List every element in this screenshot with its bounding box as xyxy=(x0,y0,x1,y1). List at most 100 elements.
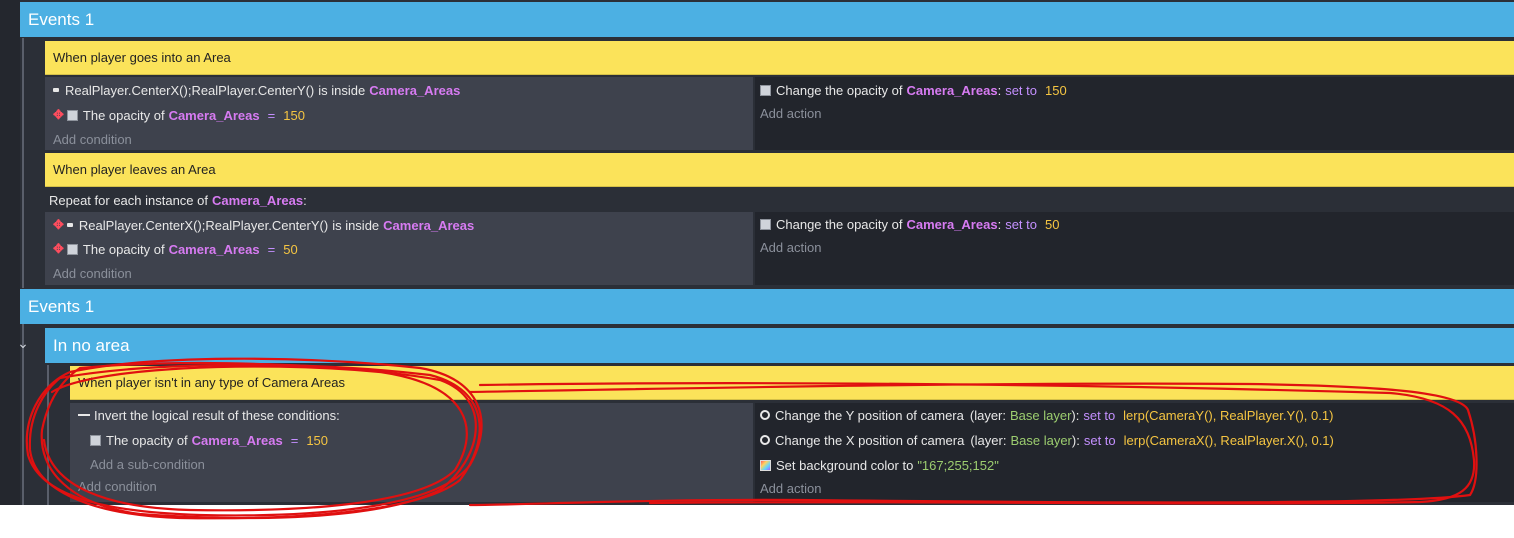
color-swatch-icon xyxy=(760,459,771,471)
conditions-panel[interactable]: Invert the logical result of these condi… xyxy=(70,403,753,502)
condition-text: The opacity of xyxy=(82,107,165,123)
condition-row[interactable]: ✥ The opacity of Camera_Areas = 150 xyxy=(53,104,309,126)
event-subgroup-header[interactable]: In no area xyxy=(45,328,1514,363)
event-group-header[interactable]: Events 1 xyxy=(20,2,1514,37)
action-row[interactable]: Change the opacity of Camera_Areas : set… xyxy=(760,79,1071,101)
action-text: : xyxy=(997,82,1002,98)
invert-condition-icon xyxy=(78,414,90,416)
event-group-header[interactable]: Events 1 xyxy=(20,289,1514,324)
object-name: Camera_Areas xyxy=(369,82,461,98)
event-gutter xyxy=(0,0,20,505)
sub-condition-row[interactable]: The opacity of Camera_Areas = 150 xyxy=(90,429,332,451)
action-row[interactable]: Change the X position of camera (layer: … xyxy=(760,429,1338,451)
object-name: Camera_Areas xyxy=(212,193,304,208)
invert-icon: ✥ xyxy=(53,217,64,232)
add-action-link[interactable]: Add action xyxy=(760,236,821,258)
condition-text: is inside xyxy=(318,82,366,98)
add-action-link[interactable]: Add action xyxy=(760,477,821,499)
repeat-text: Repeat for each instance of xyxy=(49,193,208,208)
position-icon xyxy=(53,88,59,92)
operator: = xyxy=(267,107,276,123)
value: lerp(CameraX(), RealPlayer.X(), 0.1) xyxy=(1123,432,1334,448)
group-title: Events 1 xyxy=(28,296,95,316)
value: "167;255;152" xyxy=(917,457,999,473)
condition-expression: RealPlayer.CenterX();RealPlayer.CenterY(… xyxy=(78,217,329,233)
event-comment[interactable]: When player leaves an Area xyxy=(45,153,1514,187)
add-condition-link[interactable]: Add condition xyxy=(53,262,132,284)
opacity-icon xyxy=(90,434,101,446)
action-text: ): xyxy=(1071,432,1080,448)
subgroup-title: In no area xyxy=(53,335,130,355)
opacity-icon xyxy=(760,218,771,230)
object-name: Camera_Areas xyxy=(906,216,998,232)
condition-text: The opacity of xyxy=(106,432,188,448)
add-sub-condition-link[interactable]: Add a sub-condition xyxy=(90,453,205,475)
layer-name: Base layer xyxy=(1010,432,1072,448)
add-condition-link[interactable]: Add condition xyxy=(78,475,157,497)
object-name: Camera_Areas xyxy=(168,241,260,257)
condition-text: The opacity of xyxy=(82,241,165,257)
operator: = xyxy=(267,241,276,257)
value: lerp(CameraY(), RealPlayer.Y(), 0.1) xyxy=(1123,407,1334,423)
action-text: Change the X position of camera xyxy=(775,432,965,448)
layer-name: Base layer xyxy=(1010,407,1072,423)
conditions-panel[interactable]: RealPlayer.CenterX();RealPlayer.CenterY(… xyxy=(45,77,753,150)
action-row[interactable]: Change the opacity of Camera_Areas : set… xyxy=(760,213,1063,235)
repeat-text: : xyxy=(303,193,307,208)
value: 150 xyxy=(1044,82,1067,98)
action-text: Set background color to xyxy=(776,457,914,473)
value: 50 xyxy=(1044,216,1060,232)
action-text: (layer: xyxy=(969,407,1006,423)
operator: set to xyxy=(1083,407,1116,423)
action-text: : xyxy=(997,216,1002,232)
condition-row[interactable]: RealPlayer.CenterX();RealPlayer.CenterY(… xyxy=(53,79,464,101)
condition-row[interactable]: ✥ RealPlayer.CenterX();RealPlayer.Center… xyxy=(53,214,478,236)
invert-icon: ✥ xyxy=(53,241,64,256)
action-row[interactable]: Set background color to "167;255;152" xyxy=(760,454,1003,476)
comment-text: When player goes into an Area xyxy=(53,50,231,65)
operator: set to xyxy=(1005,82,1037,98)
value: 150 xyxy=(283,107,305,123)
position-icon xyxy=(66,223,73,227)
tree-line xyxy=(22,38,24,288)
operator: set to xyxy=(1005,216,1037,232)
actions-panel[interactable]: Change the Y position of camera (layer: … xyxy=(755,403,1514,502)
group-title: Events 1 xyxy=(28,9,95,29)
conditions-panel[interactable]: ✥ RealPlayer.CenterX();RealPlayer.Center… xyxy=(45,212,753,285)
add-action-link[interactable]: Add action xyxy=(760,102,821,124)
action-row[interactable]: Change the Y position of camera (layer: … xyxy=(760,404,1337,426)
object-name: Camera_Areas xyxy=(383,217,475,233)
opacity-icon xyxy=(66,109,78,121)
actions-panel[interactable]: Change the opacity of Camera_Areas : set… xyxy=(755,77,1514,150)
invert-icon: ✥ xyxy=(53,107,64,122)
condition-text: Invert the logical result of these condi… xyxy=(94,407,340,423)
object-name: Camera_Areas xyxy=(906,82,998,98)
add-condition-link[interactable]: Add condition xyxy=(53,128,132,150)
event-comment[interactable]: When player isn't in any type of Camera … xyxy=(70,366,1514,400)
action-text: Change the opacity of xyxy=(776,216,903,232)
invert-condition-row[interactable]: Invert the logical result of these condi… xyxy=(78,404,340,426)
condition-row[interactable]: ✥ The opacity of Camera_Areas = 50 xyxy=(53,238,302,260)
operator: = xyxy=(290,432,299,448)
repeat-header[interactable]: Repeat for each instance of Camera_Areas… xyxy=(45,190,1514,211)
comment-text: When player isn't in any type of Camera … xyxy=(78,375,345,390)
condition-text: is inside xyxy=(332,217,380,233)
camera-icon xyxy=(760,435,770,445)
events-sheet: Events 1 When player goes into an Area R… xyxy=(0,0,1514,505)
action-text: (layer: xyxy=(970,432,1007,448)
camera-icon xyxy=(760,410,770,420)
opacity-icon xyxy=(66,243,78,255)
collapse-chevron-icon[interactable]: ⌄ xyxy=(8,333,38,353)
event-comment[interactable]: When player goes into an Area xyxy=(45,41,1514,75)
object-name: Camera_Areas xyxy=(191,432,283,448)
actions-panel[interactable]: Change the opacity of Camera_Areas : set… xyxy=(755,212,1514,285)
action-text: Change the Y position of camera xyxy=(775,407,964,423)
value: 150 xyxy=(306,432,329,448)
tree-line xyxy=(47,365,49,505)
object-name: Camera_Areas xyxy=(168,107,260,123)
action-text: Change the opacity of xyxy=(776,82,903,98)
condition-expression: RealPlayer.CenterX();RealPlayer.CenterY(… xyxy=(65,82,315,98)
comment-text: When player leaves an Area xyxy=(53,162,216,177)
action-text: ): xyxy=(1071,407,1080,423)
opacity-icon xyxy=(760,84,771,96)
